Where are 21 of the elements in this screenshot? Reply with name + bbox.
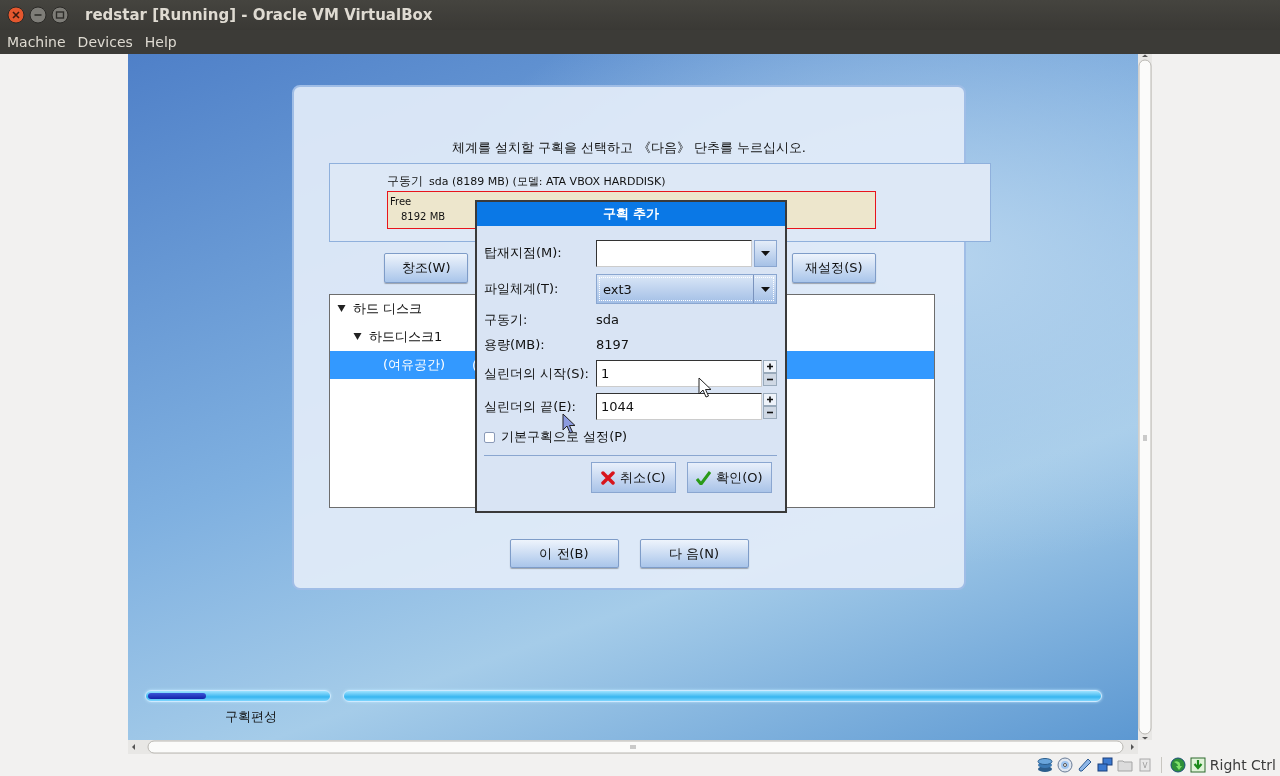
field-label: 구동기: — [484, 310, 529, 329]
field-label: 탑재지점(M): — [484, 244, 563, 262]
step-label: 구획편성 — [225, 708, 277, 726]
tree-label: (여유공간) — [383, 356, 446, 374]
drive-info: sda (8189 MB) (모델: ATA VBOX HARDDISK) — [429, 174, 666, 189]
segment-size: 8192 MB — [401, 211, 446, 222]
field-label: 파일체계(T): — [484, 280, 560, 298]
dialog-title: 구획 추가 — [477, 202, 785, 226]
checkbox-label: 기본구획으로 설정(P) — [501, 428, 628, 446]
host-key-label: Right Ctrl — [1209, 757, 1276, 773]
field-label: 실린더의 끝(E): — [484, 397, 577, 416]
field-label: 용량(MB): — [484, 335, 546, 354]
tree-label: 하드 디스크 — [353, 300, 423, 318]
segment-name: Free — [390, 196, 412, 207]
field-value: 8197 — [596, 337, 630, 352]
drive-label: 구동기 — [387, 173, 423, 190]
window-title: redstar [Running] - Oracle VM VirtualBox — [85, 6, 433, 24]
field-value: sda — [596, 312, 619, 327]
instruction-text: 체계를 설치할 구획을 선택하고 《다음》 단추를 누르십시오. — [451, 139, 807, 157]
tree-label: 하드디스크1 — [369, 328, 443, 346]
field-label: 실린더의 시작(S): — [484, 364, 590, 383]
